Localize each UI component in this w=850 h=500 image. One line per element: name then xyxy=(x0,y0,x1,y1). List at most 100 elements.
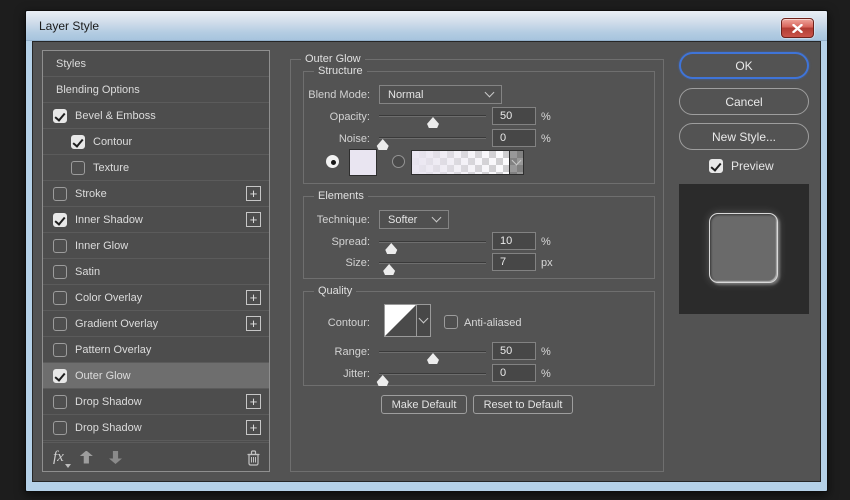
spread-slider[interactable] xyxy=(379,241,486,243)
sidebar-item-bevel-emboss[interactable]: Bevel & Emboss xyxy=(43,103,269,129)
elements-section: Elements Technique: Softer Spread: % Siz… xyxy=(303,196,655,279)
move-effect-up-icon[interactable] xyxy=(80,451,93,464)
noise-label: Noise: xyxy=(304,130,370,148)
sidebar-item-gradient-overlay[interactable]: Gradient Overlay xyxy=(43,311,269,337)
gradient-picker[interactable] xyxy=(411,150,524,175)
effect-checkbox-satin[interactable] xyxy=(53,265,67,279)
technique-label: Technique: xyxy=(304,211,370,229)
sidebar-item-blending-options[interactable]: Blending Options xyxy=(43,77,269,103)
sidebar-item-label: Satin xyxy=(75,266,100,278)
sidebar-item-satin[interactable]: Satin xyxy=(43,259,269,285)
effect-checkbox-texture[interactable] xyxy=(71,161,85,175)
ok-button[interactable]: OK xyxy=(679,52,809,79)
effect-checkbox-bevel-emboss[interactable] xyxy=(53,109,67,123)
move-effect-down-icon[interactable] xyxy=(109,451,122,464)
layer-style-dialog: Layer Style Styles Blending Options Bevel … xyxy=(25,10,828,492)
sidebar-item-inner-shadow[interactable]: Inner Shadow xyxy=(43,207,269,233)
sidebar-item-outer-glow[interactable]: Outer Glow xyxy=(43,363,269,389)
size-label: Size: xyxy=(304,254,370,272)
sidebar-item-label: Styles xyxy=(56,58,86,70)
add-effect-instance-button[interactable] xyxy=(246,212,261,227)
preview-checkbox[interactable] xyxy=(709,159,723,173)
effect-checkbox-gradient-overlay[interactable] xyxy=(53,317,67,331)
sidebar-item-styles[interactable]: Styles xyxy=(43,51,269,77)
sidebar-item-inner-glow[interactable]: Inner Glow xyxy=(43,233,269,259)
add-effect-instance-button[interactable] xyxy=(246,290,261,305)
anti-aliased-checkbox[interactable] xyxy=(444,315,458,329)
close-button[interactable] xyxy=(781,18,814,38)
cancel-button[interactable]: Cancel xyxy=(679,88,809,115)
gradient-dropdown-button[interactable] xyxy=(509,151,523,174)
sidebar-item-label: Drop Shadow xyxy=(75,396,142,408)
effect-checkbox-drop-shadow[interactable] xyxy=(53,421,67,435)
close-icon xyxy=(792,24,803,33)
range-slider-thumb[interactable] xyxy=(427,353,440,364)
make-default-button[interactable]: Make Default xyxy=(381,395,467,414)
range-slider[interactable] xyxy=(379,351,486,353)
sidebar-item-label: Color Overlay xyxy=(75,292,142,304)
caret-down-icon xyxy=(65,464,71,468)
effects-list-footer: fx xyxy=(43,442,269,471)
sidebar-item-drop-shadow[interactable]: Drop Shadow xyxy=(43,389,269,415)
noise-slider[interactable] xyxy=(379,137,486,139)
quality-legend: Quality xyxy=(314,285,356,298)
technique-select[interactable]: Softer xyxy=(379,210,449,229)
jitter-slider-thumb[interactable] xyxy=(376,375,389,386)
add-effect-instance-button[interactable] xyxy=(246,420,261,435)
fx-label: fx xyxy=(53,449,64,465)
opacity-slider-thumb[interactable] xyxy=(427,117,440,128)
reset-to-default-button[interactable]: Reset to Default xyxy=(473,395,573,414)
size-slider-thumb[interactable] xyxy=(383,264,396,275)
sidebar-item-contour[interactable]: Contour xyxy=(43,129,269,155)
effect-checkbox-inner-glow[interactable] xyxy=(53,239,67,253)
add-effect-instance-button[interactable] xyxy=(246,186,261,201)
effect-checkbox-contour[interactable] xyxy=(71,135,85,149)
jitter-slider[interactable] xyxy=(379,373,486,375)
effect-checkbox-pattern-overlay[interactable] xyxy=(53,343,67,357)
trash-icon xyxy=(246,449,261,466)
chevron-down-icon xyxy=(485,88,495,98)
fx-menu-button[interactable]: fx xyxy=(53,448,64,466)
contour-dropdown-button[interactable] xyxy=(417,304,431,337)
add-effect-instance-button[interactable] xyxy=(246,394,261,409)
size-input[interactable] xyxy=(492,253,536,271)
sidebar-item-stroke[interactable]: Stroke xyxy=(43,181,269,207)
opacity-slider[interactable] xyxy=(379,115,486,117)
sidebar-item-label: Contour xyxy=(93,136,132,148)
opacity-input[interactable] xyxy=(492,107,536,125)
spread-label: Spread: xyxy=(304,233,370,251)
opacity-label: Opacity: xyxy=(304,108,370,126)
sidebar-item-texture[interactable]: Texture xyxy=(43,155,269,181)
jitter-input[interactable] xyxy=(492,364,536,382)
sidebar-item-drop-shadow[interactable]: Drop Shadow xyxy=(43,415,269,441)
glow-color-swatch[interactable] xyxy=(349,149,377,176)
spread-unit: % xyxy=(541,235,551,249)
effect-checkbox-outer-glow[interactable] xyxy=(53,369,67,383)
effect-checkbox-inner-shadow[interactable] xyxy=(53,213,67,227)
blend-mode-select[interactable]: Normal xyxy=(379,85,502,104)
color-radio[interactable] xyxy=(326,155,339,168)
effects-list-panel: Styles Blending Options Bevel & Emboss Cont… xyxy=(42,50,270,472)
sidebar-item-pattern-overlay[interactable]: Pattern Overlay xyxy=(43,337,269,363)
sidebar-item-color-overlay[interactable]: Color Overlay xyxy=(43,285,269,311)
effect-checkbox-color-overlay[interactable] xyxy=(53,291,67,305)
structure-section: Structure Blend Mode: Normal Opacity: % … xyxy=(303,71,655,184)
range-label: Range: xyxy=(304,343,370,361)
technique-value: Softer xyxy=(388,214,433,226)
new-style-button[interactable]: New Style... xyxy=(679,123,809,150)
range-input[interactable] xyxy=(492,342,536,360)
noise-slider-thumb[interactable] xyxy=(376,139,389,150)
titlebar[interactable]: Layer Style xyxy=(26,11,827,41)
contour-thumbnail[interactable] xyxy=(384,304,417,337)
delete-effect-button[interactable] xyxy=(246,449,261,471)
size-slider[interactable] xyxy=(379,262,486,264)
noise-input[interactable] xyxy=(492,129,536,147)
sidebar-item-label: Blending Options xyxy=(56,84,140,96)
gradient-radio[interactable] xyxy=(392,155,405,168)
effect-checkbox-stroke[interactable] xyxy=(53,187,67,201)
spread-input[interactable] xyxy=(492,232,536,250)
spread-slider-thumb[interactable] xyxy=(385,243,398,254)
add-effect-instance-button[interactable] xyxy=(246,316,261,331)
jitter-label: Jitter: xyxy=(304,365,370,383)
effect-checkbox-drop-shadow[interactable] xyxy=(53,395,67,409)
